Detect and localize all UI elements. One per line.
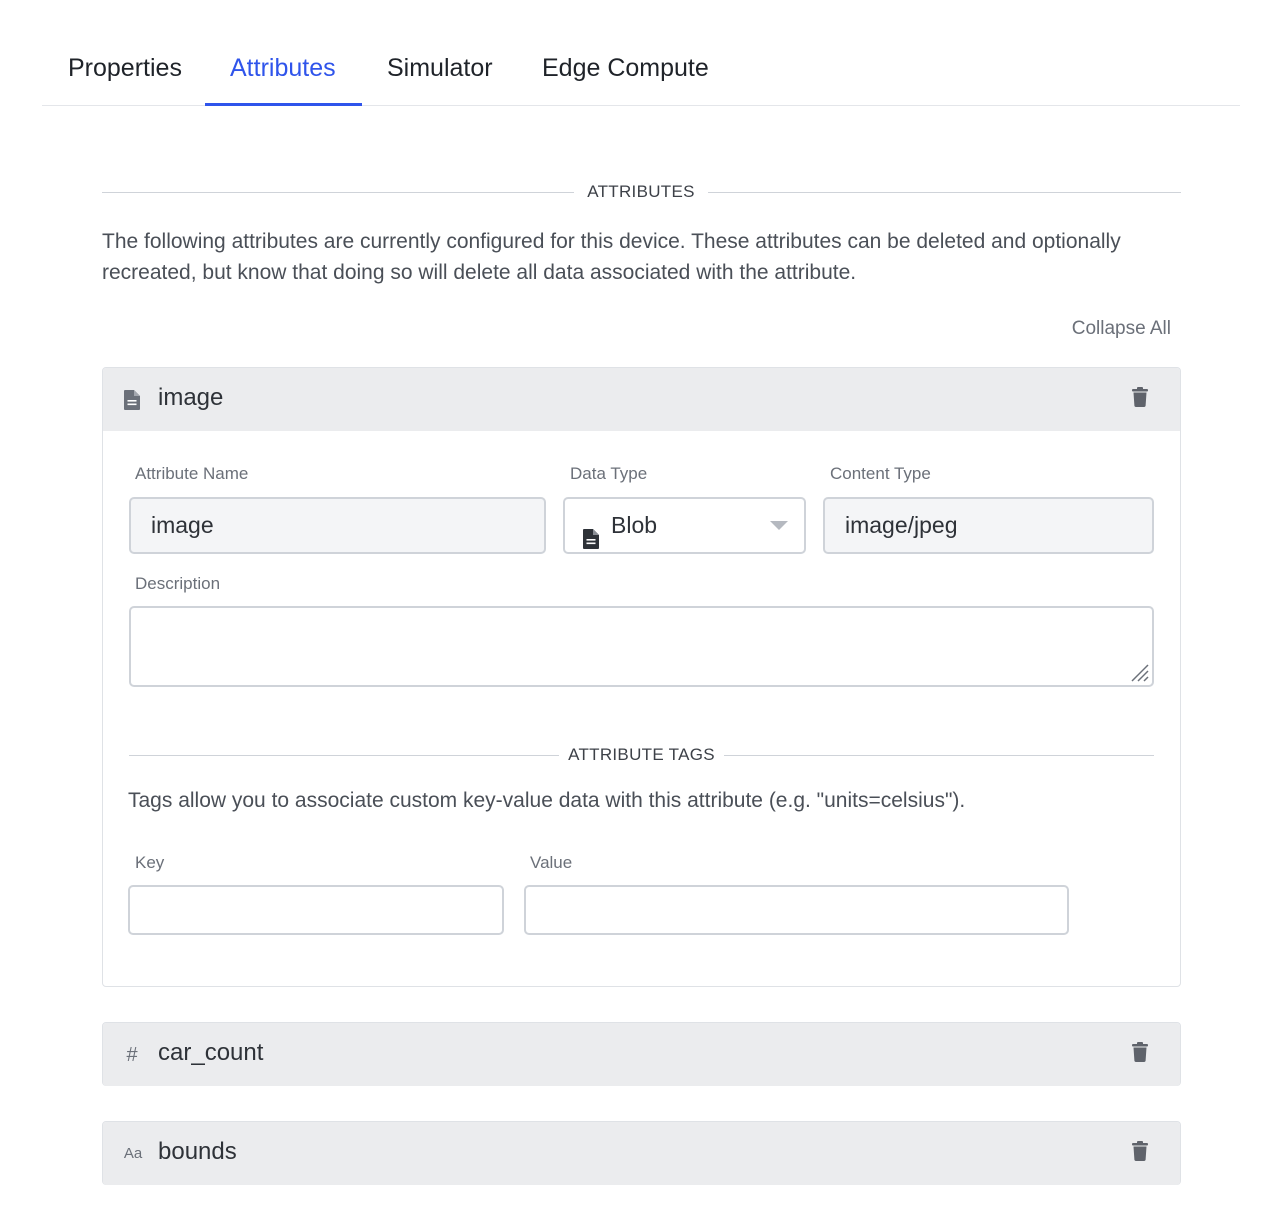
tab-bar: Properties Attributes Simulator Edge Com…	[42, 0, 1240, 106]
attribute-tags-heading: ATTRIBUTE TAGS	[568, 745, 715, 764]
trash-icon[interactable]	[1132, 387, 1150, 409]
resize-grip-icon[interactable]	[1128, 661, 1150, 683]
attribute-tags-divider: ATTRIBUTE TAGS	[129, 745, 1154, 765]
data-type-select[interactable]: Blob	[563, 497, 806, 554]
content-type-input[interactable]: image/jpeg	[823, 497, 1154, 554]
attribute-tags-help-text: Tags allow you to associate custom key-v…	[128, 789, 966, 812]
attributes-section-divider: ATTRIBUTES	[102, 182, 1181, 202]
attribute-panel-header[interactable]: Aa bounds	[103, 1122, 1180, 1185]
tag-value-label: Value	[530, 853, 573, 872]
attributes-intro-text: The following attributes are currently c…	[102, 230, 1121, 284]
file-icon	[583, 515, 599, 549]
tab-simulator[interactable]: Simulator	[387, 0, 493, 106]
attribute-panel-bounds: Aa bounds	[102, 1121, 1181, 1185]
content-type-label: Content Type	[830, 464, 931, 483]
trash-icon[interactable]	[1132, 1141, 1150, 1163]
attribute-name-label: Attribute Name	[135, 464, 249, 483]
attribute-title: bounds	[158, 1138, 237, 1165]
tag-key-label: Key	[135, 853, 165, 872]
tab-attributes[interactable]: Attributes	[230, 0, 336, 106]
description-label: Description	[135, 574, 221, 593]
collapse-all-link[interactable]: Collapse All	[1000, 318, 1171, 340]
attribute-name-input[interactable]: image	[129, 497, 546, 554]
attribute-title: image	[158, 384, 224, 411]
active-tab-indicator	[205, 103, 362, 106]
attribute-title: car_count	[158, 1039, 264, 1066]
data-type-value: Blob	[611, 512, 658, 538]
hash-icon: #	[126, 1044, 138, 1066]
data-type-label: Data Type	[570, 464, 648, 483]
file-icon	[121, 388, 143, 412]
attribute-panel-header[interactable]: image	[103, 368, 1180, 431]
attributes-heading: ATTRIBUTES	[587, 182, 695, 201]
tag-key-input[interactable]	[128, 885, 504, 935]
chevron-down-icon	[770, 521, 788, 530]
tab-edge-compute[interactable]: Edge Compute	[542, 0, 709, 106]
tab-properties[interactable]: Properties	[68, 0, 182, 106]
tag-value-input[interactable]	[524, 885, 1069, 935]
attribute-panel-header[interactable]: # car_count	[103, 1023, 1180, 1086]
description-textarea[interactable]	[129, 606, 1154, 687]
trash-icon[interactable]	[1132, 1042, 1150, 1064]
attribute-panel-car-count: # car_count	[102, 1022, 1181, 1086]
string-icon: Aa	[123, 1145, 143, 1162]
